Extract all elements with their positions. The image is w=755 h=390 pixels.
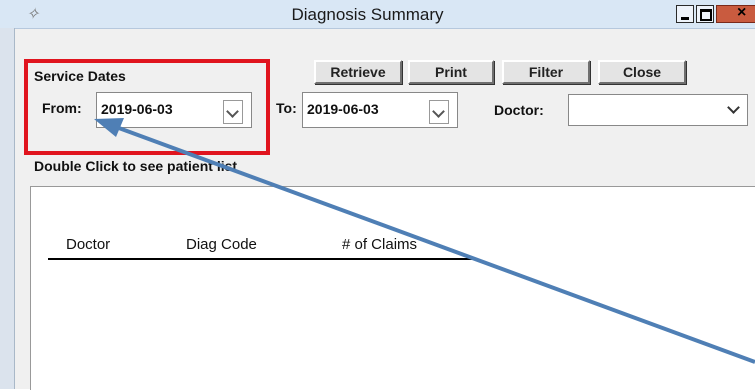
- diagnosis-summary-window: ✧ Diagnosis Summary × Service Dates Retr…: [0, 0, 755, 390]
- annotation-arrow: [94, 118, 755, 364]
